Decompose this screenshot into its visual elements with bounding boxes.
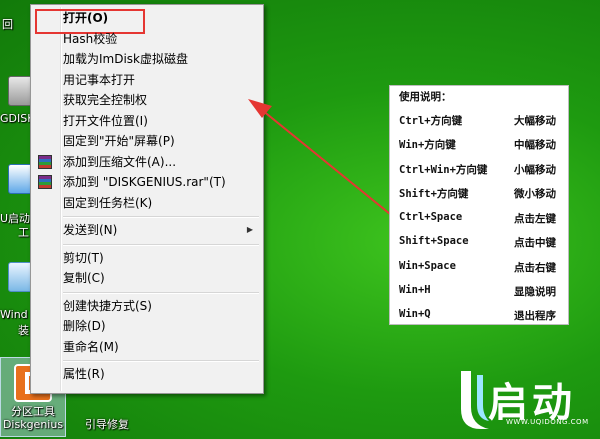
shortcut-key: Win+H [399, 284, 431, 296]
shortcut-key: Shift+方向键 [399, 188, 469, 200]
usage-title: 使用说明： [399, 91, 452, 103]
shortcut-key: Win+Q [399, 308, 431, 320]
shortcut-action: 退出程序 [514, 310, 556, 322]
shortcut-key: Ctrl+Win+方向键 [399, 164, 488, 176]
shortcut-action: 中幅移动 [514, 139, 556, 151]
shortcut-action: 小幅移动 [514, 164, 556, 176]
shortcut-action: 点击中键 [514, 237, 556, 249]
shortcut-action: 点击左键 [514, 213, 556, 225]
shortcut-key: Shift+Space [399, 235, 469, 247]
shortcut-action: 点击右键 [514, 262, 556, 274]
shortcut-action: 微小移动 [514, 188, 556, 200]
shortcut-key: Win+Space [399, 260, 456, 272]
usage-instructions-panel: 使用说明： Ctrl+方向键 大幅移动 Win+方向键 中幅移动 Ctrl+Win+… [389, 85, 569, 325]
shortcut-action: 大幅移动 [514, 115, 556, 127]
shortcut-key: Ctrl+Space [399, 211, 463, 223]
shortcut-key: Win+方向键 [399, 139, 456, 151]
brand-url: WWW.UQIDONG.COM [506, 418, 589, 426]
shortcut-key: Ctrl+方向键 [399, 115, 463, 127]
shortcut-action: 显隐说明 [514, 286, 556, 298]
